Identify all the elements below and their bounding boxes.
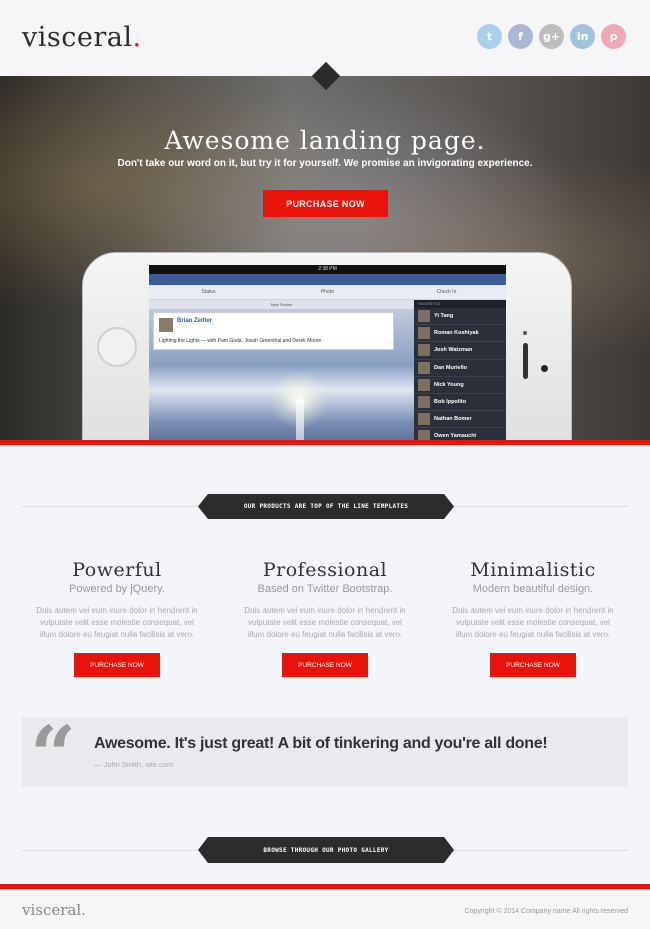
footer-logo[interactable]: visceral. <box>22 901 86 919</box>
avatar <box>418 361 430 374</box>
list-item: Owen Yamauchi <box>414 428 506 440</box>
product-description: Duis autem vel eum iriure dolor in hendr… <box>36 606 198 639</box>
purchase-button[interactable]: PURCHASE NOW <box>282 653 368 677</box>
products-section: OUR PRODUCTS ARE TOP OF THE LINE TEMPLAT… <box>0 445 650 885</box>
copyright-text: Copyright © 2014 Company name All rights… <box>464 908 628 915</box>
list-item: Bob Ippolito <box>414 394 506 412</box>
avatar <box>418 327 430 340</box>
facebook-icon[interactable]: f <box>508 24 533 49</box>
feed-post: Brian Zeitler Lighting the Lights — with… <box>153 312 394 350</box>
product-card-minimalistic: Minimalistic Modern beautiful design. Du… <box>433 559 633 677</box>
hero-purchase-button[interactable]: PURCHASE NOW <box>263 190 388 217</box>
camera-icon <box>541 365 548 372</box>
list-item: Josh Watzman <box>414 342 506 360</box>
logo[interactable]: visceral. <box>22 22 142 53</box>
post-text: Lighting the Lights — with Pam Goda, Jon… <box>159 338 322 344</box>
phone-device-image: 2:38 PM Status Photo Check In New Storie… <box>82 252 572 440</box>
app-feed: New Stories Brian Zeitler Lighting the L… <box>149 300 414 440</box>
avatar <box>159 318 173 332</box>
avatar <box>418 413 430 426</box>
product-subtitle: Based on Twitter Bootstrap. <box>257 583 393 595</box>
google-plus-icon[interactable]: g+ <box>539 24 564 49</box>
lighthouse-image <box>296 400 304 440</box>
quote-icon: “ <box>30 708 77 802</box>
device-screen: 2:38 PM Status Photo Check In New Storie… <box>149 265 506 440</box>
avatar <box>418 396 430 409</box>
toolbar-status: Status <box>201 289 216 295</box>
home-button-icon <box>97 327 137 367</box>
testimonial: “ Awesome. It's just great! A bit of tin… <box>22 715 628 795</box>
product-description: Duis autem vel eum iriure dolor in hendr… <box>244 606 406 639</box>
list-item: Nathan Bomer <box>414 411 506 429</box>
list-item: Dan Muriello <box>414 360 506 377</box>
product-title: Professional <box>262 559 388 581</box>
site-footer: visceral. Copyright © 2014 Company name … <box>0 889 650 929</box>
product-description: Duis autem vel eum iriure dolor in hendr… <box>452 606 614 639</box>
toolbar-checkin: Check In <box>436 289 457 295</box>
app-top-bar <box>149 274 506 285</box>
avatar <box>418 344 430 357</box>
product-subtitle: Modern beautiful design. <box>472 583 594 595</box>
linkedin-icon[interactable]: in <box>570 24 595 49</box>
product-title: Minimalistic <box>470 559 596 581</box>
hero-section: Awesome landing page. Don't take our wor… <box>0 76 650 440</box>
product-subtitle: Powered by jQuery. <box>69 583 165 595</box>
post-author: Brian Zeitler <box>177 318 213 324</box>
hero-title: Awesome landing page. <box>164 126 486 155</box>
purchase-button[interactable]: PURCHASE NOW <box>490 653 576 677</box>
product-title: Powerful <box>72 559 162 581</box>
sidebar-heading: FAVORITES <box>414 300 506 308</box>
hero-subtitle: Don't take our word on it, but try it fo… <box>117 158 533 169</box>
app-toolbar: Status Photo Check In <box>149 285 506 300</box>
status-bar-time: 2:38 PM <box>149 265 506 274</box>
favorites-sidebar: FAVORITES Yi Tang Roman Koshiyak Josh Wa… <box>414 300 506 440</box>
avatar <box>418 378 430 391</box>
pinterest-icon[interactable]: p <box>601 24 626 49</box>
sensor-icon <box>523 331 527 335</box>
avatar <box>418 430 430 440</box>
purchase-button[interactable]: PURCHASE NOW <box>74 653 160 677</box>
toolbar-photo: Photo <box>320 289 335 295</box>
products-banner: OUR PRODUCTS ARE TOP OF THE LINE TEMPLAT… <box>198 494 454 519</box>
avatar <box>418 310 430 323</box>
list-item: Yi Tang <box>414 308 506 326</box>
gallery-banner: BROWSE THROUGH OUR PHOTO GALLERY <box>198 837 454 863</box>
testimonial-author: — John Smith, site.com <box>94 760 174 769</box>
product-card-powerful: Powerful Powered by jQuery. Duis autem v… <box>17 559 217 677</box>
testimonial-text: Awesome. It's just great! A bit of tinke… <box>94 735 548 752</box>
speaker-icon <box>523 343 528 379</box>
twitter-icon[interactable]: t <box>477 24 502 49</box>
list-item: Nick Young <box>414 377 506 394</box>
new-stories-label: New Stories <box>149 300 414 309</box>
social-links: t f g+ in p <box>477 24 626 49</box>
list-item: Roman Koshiyak <box>414 325 506 343</box>
product-card-professional: Professional Based on Twitter Bootstrap.… <box>225 559 425 677</box>
